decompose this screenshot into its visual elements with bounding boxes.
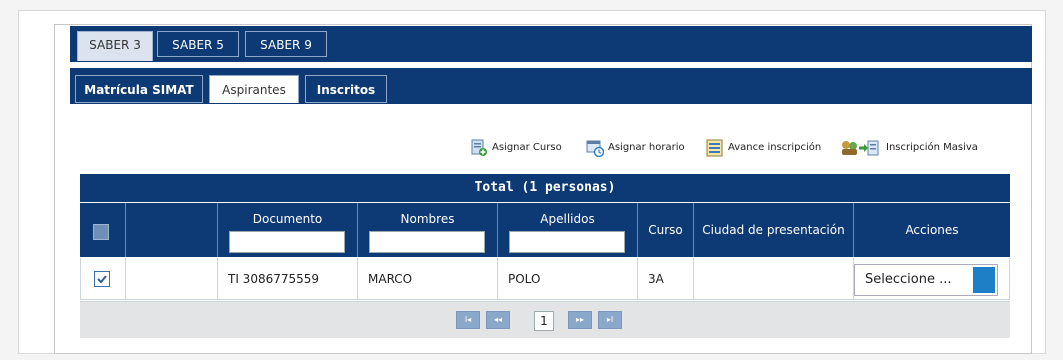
- prev-page-button[interactable]: ◂◂: [486, 311, 510, 329]
- tab-saber-5[interactable]: SABER 5: [157, 31, 239, 57]
- row-checkbox[interactable]: [94, 271, 110, 287]
- asignar-horario-label: Asignar horario: [608, 141, 685, 153]
- avance-inscripcion-button[interactable]: Avance inscripción: [706, 138, 822, 157]
- apellidos-filter-input[interactable]: [509, 231, 625, 253]
- schedule-icon: [586, 139, 605, 158]
- acciones-select[interactable]: Seleccione ...: [854, 264, 998, 296]
- header-empty: [126, 203, 218, 257]
- pager: I◂ ◂◂ 1 ▸▸ ▸I: [80, 301, 1010, 338]
- asignar-horario-button[interactable]: Asignar horario: [586, 138, 685, 158]
- curso-header-label: Curso: [648, 223, 683, 237]
- header-select-all: [80, 203, 126, 257]
- header-documento: Documento: [218, 203, 358, 257]
- apellidos-cell: POLO: [498, 258, 638, 300]
- documento-filter-input[interactable]: [229, 231, 345, 253]
- nombres-cell: MARCO: [358, 258, 498, 300]
- student-tab-bar: Matrícula SIMAT Aspirantes Inscritos: [70, 68, 1032, 104]
- header-curso: Curso: [638, 203, 694, 257]
- tab-saber-3[interactable]: SABER 3: [77, 31, 153, 61]
- documento-cell: TI 3086775559: [218, 258, 358, 300]
- document-add-icon: [470, 139, 487, 156]
- header-ciudad: Ciudad de presentación: [694, 203, 854, 257]
- report-icon: [706, 139, 723, 157]
- ciudad-header-label: Ciudad de presentación: [702, 223, 845, 237]
- header-apellidos: Apellidos: [498, 203, 638, 257]
- group-add-icon: [840, 139, 880, 156]
- avance-inscripcion-label: Avance inscripción: [728, 141, 822, 153]
- next-page-button[interactable]: ▸▸: [568, 311, 592, 329]
- table-total-header: Total (1 personas): [80, 174, 1010, 202]
- documento-header-label: Documento: [252, 212, 323, 226]
- inscripcion-masiva-label: Inscripción Masiva: [886, 141, 978, 153]
- tab-saber-9[interactable]: SABER 9: [245, 31, 327, 57]
- nombres-header-label: Nombres: [400, 212, 455, 226]
- acciones-select-value: Seleccione ...: [865, 272, 952, 287]
- select-arrow-icon: [973, 267, 995, 293]
- asignar-curso-button[interactable]: Asignar Curso: [470, 138, 562, 156]
- saber-tab-bar: SABER 3 SABER 5 SABER 9: [70, 26, 1032, 62]
- asignar-curso-label: Asignar Curso: [492, 141, 562, 153]
- curso-cell: 3A: [638, 258, 694, 300]
- nombres-filter-input[interactable]: [369, 231, 485, 253]
- tab-matricula-simat[interactable]: Matrícula SIMAT: [75, 75, 203, 103]
- tab-aspirantes[interactable]: Aspirantes: [209, 75, 299, 103]
- apellidos-header-label: Apellidos: [540, 212, 595, 226]
- last-page-button[interactable]: ▸I: [598, 311, 622, 329]
- header-nombres: Nombres: [358, 203, 498, 257]
- table-row-empty-cell: [126, 258, 218, 300]
- table-row-checkbox-cell: [80, 258, 126, 300]
- inscripcion-masiva-button[interactable]: Inscripción Masiva: [840, 138, 978, 156]
- ciudad-cell: [694, 258, 854, 300]
- select-all-checkbox[interactable]: [93, 224, 109, 240]
- first-page-button[interactable]: I◂: [456, 311, 480, 329]
- header-acciones: Acciones: [854, 203, 1010, 257]
- tab-inscritos[interactable]: Inscritos: [305, 75, 387, 103]
- acciones-header-label: Acciones: [905, 223, 959, 237]
- current-page-indicator[interactable]: 1: [534, 311, 554, 331]
